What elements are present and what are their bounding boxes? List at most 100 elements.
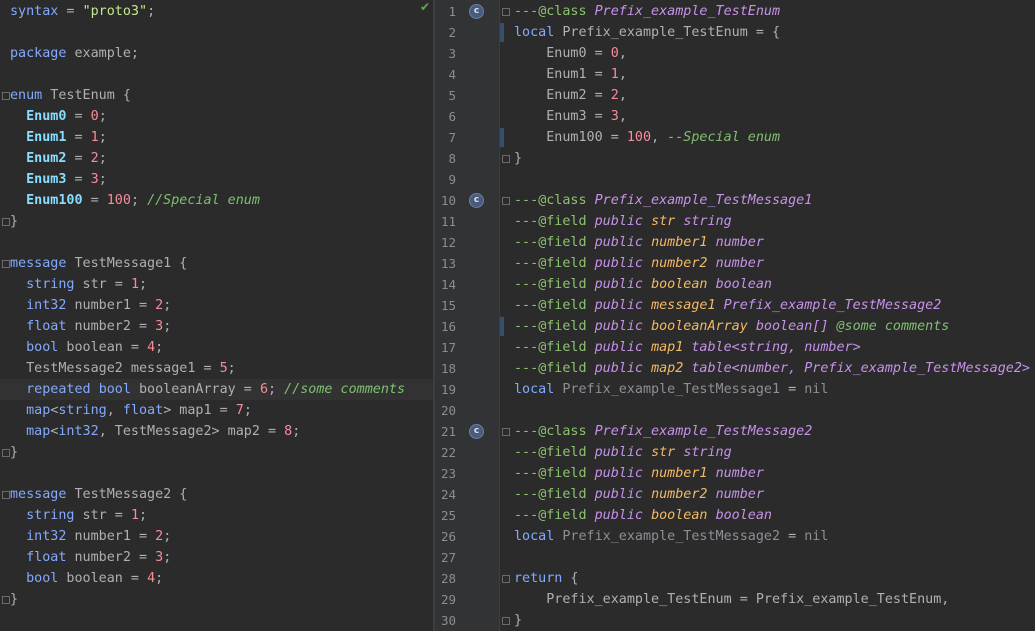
code-line[interactable]: ---@field public map1 table<string, numb…	[514, 337, 861, 358]
code-token: 4	[147, 571, 156, 586]
code-line[interactable]: }	[10, 442, 18, 463]
fold-marker[interactable]	[2, 92, 10, 100]
code-line[interactable]: syntax = "proto3";	[10, 1, 155, 22]
line-number: 22	[440, 445, 456, 460]
code-line[interactable]: return {	[514, 568, 579, 589]
class-icon[interactable]: c	[469, 424, 484, 439]
code-line[interactable]: }	[514, 148, 522, 169]
code-token: str	[651, 445, 676, 460]
fold-marker[interactable]	[2, 449, 10, 457]
code-token: ;	[98, 109, 107, 124]
code-line[interactable]: Prefix_example_TestEnum = Prefix_example…	[514, 589, 949, 610]
code-line[interactable]: }	[10, 589, 18, 610]
fold-marker[interactable]	[2, 596, 10, 604]
code-token: @some comments	[836, 319, 950, 334]
change-marker[interactable]	[500, 23, 504, 42]
code-line[interactable]: ---@field public number1 number	[514, 463, 764, 484]
code-line[interactable]: Enum3 = 3,	[514, 106, 627, 127]
code-line[interactable]: float number2 = 3;	[10, 316, 171, 337]
code-line[interactable]: int32 number1 = 2;	[10, 526, 171, 547]
code-line[interactable]: TestMessage2 message1 = 5;	[10, 358, 236, 379]
code-line[interactable]: int32 number1 = 2;	[10, 295, 171, 316]
code-line[interactable]: repeated bool booleanArray = 6; //some c…	[10, 379, 405, 400]
code-line[interactable]: ---@field public boolean boolean	[514, 505, 772, 526]
code-line[interactable]: string str = 1;	[10, 505, 147, 526]
code-token: Enum0	[26, 109, 67, 124]
code-line[interactable]: ---@field public booleanArray boolean[] …	[514, 316, 949, 337]
code-line[interactable]: Enum2 = 2;	[10, 148, 107, 169]
code-line[interactable]: map<int32, TestMessage2> map2 = 8;	[10, 421, 300, 442]
code-token: ;	[98, 172, 107, 187]
code-line[interactable]: map<string, float> map1 = 7;	[10, 400, 252, 421]
code-line[interactable]: local Prefix_example_TestEnum = {	[514, 22, 780, 43]
code-line[interactable]: ---@class Prefix_example_TestMessage1	[514, 190, 812, 211]
code-line[interactable]: ---@class Prefix_example_TestEnum	[514, 1, 780, 22]
code-line[interactable]: ---@field public boolean boolean	[514, 274, 772, 295]
change-marker[interactable]	[500, 317, 504, 336]
code-line[interactable]: Enum100 = 100, --Special enum	[514, 127, 780, 148]
fold-marker[interactable]	[502, 617, 510, 625]
code-line[interactable]: local Prefix_example_TestMessage2 = nil	[514, 526, 828, 547]
code-line[interactable]: message TestMessage1 {	[10, 253, 187, 274]
code-line[interactable]: Enum100 = 100; //Special enum	[10, 190, 260, 211]
code-line[interactable]: enum TestEnum {	[10, 85, 131, 106]
code-line[interactable]: ---@field public number2 number	[514, 253, 764, 274]
code-line[interactable]: float number2 = 3;	[10, 547, 171, 568]
code-token: public	[594, 277, 643, 292]
fold-marker[interactable]	[502, 575, 510, 583]
code-token: ;	[292, 424, 301, 439]
code-token: ---	[514, 340, 539, 355]
code-line[interactable]: Enum0 = 0,	[514, 43, 627, 64]
code-line[interactable]: ---@field public message1 Prefix_example…	[514, 295, 941, 316]
code-line[interactable]: Enum1 = 1,	[514, 64, 627, 85]
code-token: TestMessage1 {	[66, 256, 188, 271]
code-line[interactable]: bool boolean = 4;	[10, 337, 163, 358]
code-line[interactable]: local Prefix_example_TestMessage1 = nil	[514, 379, 828, 400]
code-line[interactable]: message TestMessage2 {	[10, 484, 187, 505]
code-line[interactable]: Enum0 = 0;	[10, 106, 107, 127]
change-marker[interactable]	[500, 128, 504, 147]
code-line[interactable]: ---@field public map2 table<number, Pref…	[514, 358, 1030, 379]
proto-editor-pane[interactable]: syntax = "proto3"; package example; enum T…	[0, 0, 433, 631]
fold-marker[interactable]	[502, 197, 510, 205]
code-line[interactable]: string str = 1;	[10, 274, 147, 295]
code-line[interactable]: ---@class Prefix_example_TestMessage2	[514, 421, 812, 442]
code-line[interactable]: ---@field public number1 number	[514, 232, 764, 253]
code-token: 100	[106, 193, 131, 208]
code-line[interactable]: Enum1 = 1;	[10, 127, 107, 148]
code-token: float	[26, 550, 67, 565]
code-token: Enum1	[26, 130, 67, 145]
fold-marker[interactable]	[2, 491, 10, 499]
code-line[interactable]: Enum2 = 2,	[514, 85, 627, 106]
code-line[interactable]: ---@field public str string	[514, 211, 732, 232]
code-line[interactable]: ---@field public str string	[514, 442, 732, 463]
fold-marker[interactable]	[2, 218, 10, 226]
code-token: @field	[538, 361, 587, 376]
code-token: 3	[610, 109, 619, 124]
fold-marker[interactable]	[502, 8, 510, 16]
class-icon[interactable]: c	[469, 193, 484, 208]
line-number: 20	[440, 403, 456, 418]
code-token: @class	[538, 424, 587, 439]
fold-marker[interactable]	[2, 260, 10, 268]
line-number: 23	[440, 466, 456, 481]
code-token: Enum2 =	[514, 88, 611, 103]
code-line[interactable]: ---@field public number2 number	[514, 484, 764, 505]
lua-editor-pane[interactable]: 1 c ---@class Prefix_example_TestEnum 2 loca…	[435, 0, 1035, 631]
fold-marker[interactable]	[502, 428, 510, 436]
code-token: ;	[98, 151, 107, 166]
code-line[interactable]: Enum3 = 3;	[10, 169, 107, 190]
code-line[interactable]: }	[10, 211, 18, 232]
fold-marker[interactable]	[502, 155, 510, 163]
code-line[interactable]: bool boolean = 4;	[10, 568, 163, 589]
code-line[interactable]: package example;	[10, 43, 139, 64]
class-icon[interactable]: c	[469, 4, 484, 19]
line-number: 19	[440, 382, 456, 397]
code-line[interactable]: }	[514, 610, 522, 631]
line-number: 7	[448, 130, 456, 145]
